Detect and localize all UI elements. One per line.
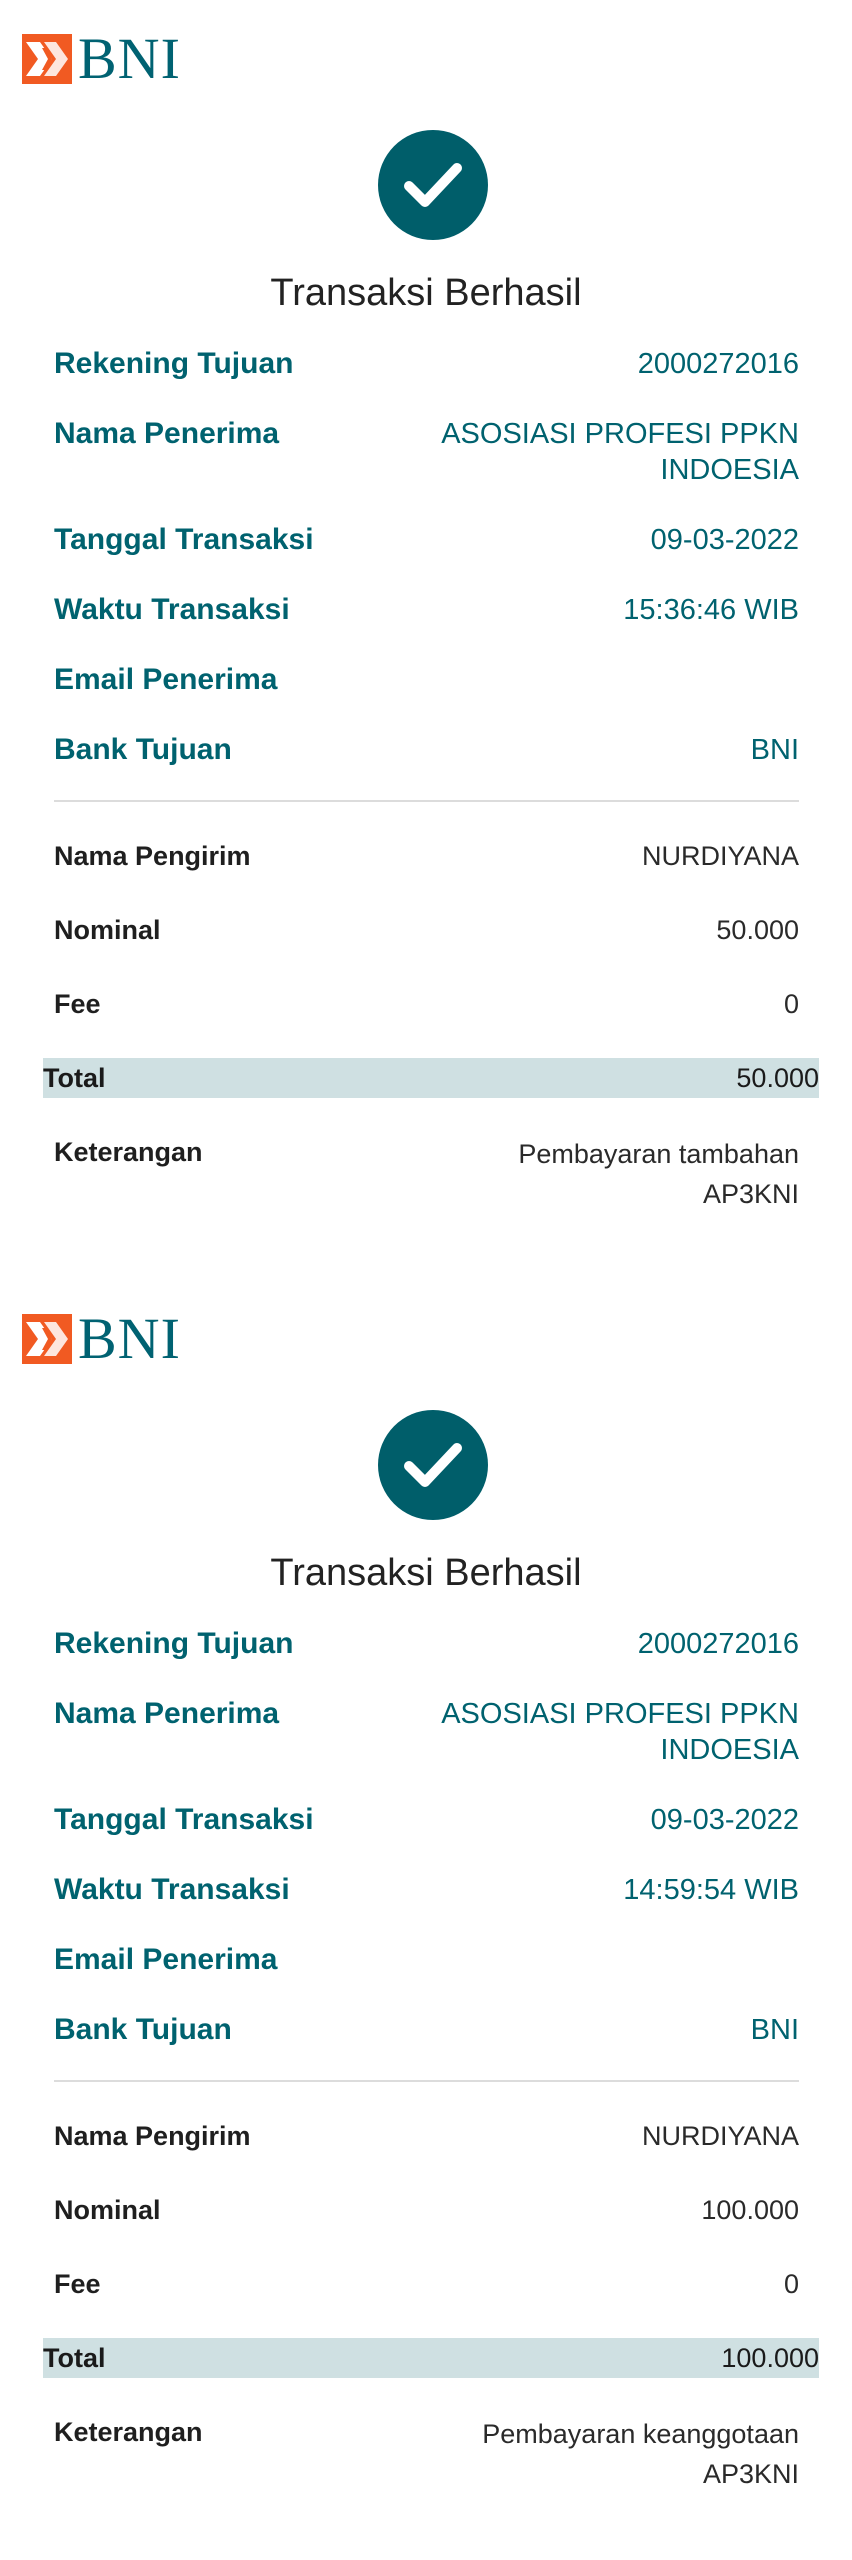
fee-value: 0 xyxy=(783,2269,799,2299)
row-tanggal-transaksi: Tanggal Transaksi 09-03-2022 xyxy=(54,522,799,558)
row-waktu-transaksi: Waktu Transaksi 14:59:54 WIB xyxy=(54,1872,799,1908)
bni-logo-mark-icon xyxy=(22,1314,72,1364)
fee-label: Fee xyxy=(54,989,101,1019)
bni-logo-mark-icon xyxy=(22,34,72,84)
row-nominal: Nominal 50.000 xyxy=(54,912,799,948)
bank-tujuan-value: BNI xyxy=(750,734,799,766)
bank-tujuan-label: Bank Tujuan xyxy=(54,2013,232,2046)
success-badge xyxy=(378,1410,488,1520)
nama-penerima-value: ASOSIASI PROFESI PPKN INDOESIA xyxy=(441,418,799,486)
bni-logo-text: BNI xyxy=(78,1306,181,1371)
waktu-transaksi-label: Waktu Transaksi xyxy=(54,593,290,626)
rekening-tujuan-label: Rekening Tujuan xyxy=(54,347,294,380)
nama-pengirim-label: Nama Pengirim xyxy=(54,841,251,871)
nama-pengirim-label: Nama Pengirim xyxy=(54,2121,251,2151)
nama-penerima-label: Nama Penerima xyxy=(54,1697,280,1730)
tanggal-transaksi-label: Tanggal Transaksi xyxy=(54,523,314,556)
nama-penerima-label: Nama Penerima xyxy=(54,417,280,450)
row-bank-tujuan: Bank Tujuan BNI xyxy=(54,2012,799,2048)
fee-value: 0 xyxy=(783,989,799,1019)
waktu-transaksi-value: 15:36:46 WIB xyxy=(623,594,799,626)
bank-tujuan-value: BNI xyxy=(750,2014,799,2046)
total-label: Total xyxy=(43,1062,106,1093)
bni-logo-text: BNI xyxy=(78,26,181,91)
receipt-card: BNI Transaksi Berhasil Rekening Tujuan 2… xyxy=(0,1280,852,2560)
success-badge xyxy=(378,130,488,240)
row-email-penerima: Email Penerima xyxy=(54,662,799,698)
keterangan-label: Keterangan xyxy=(54,1137,203,1167)
row-keterangan: Keterangan Pembayaran keanggotaan AP3KNI xyxy=(54,2414,799,2494)
row-nominal: Nominal 100.000 xyxy=(54,2192,799,2228)
nama-penerima-value: ASOSIASI PROFESI PPKN INDOESIA xyxy=(441,1698,799,1766)
total-value: 50.000 xyxy=(736,1062,819,1093)
row-nama-pengirim: Nama Pengirim NURDIYANA xyxy=(54,838,799,874)
row-nama-pengirim: Nama Pengirim NURDIYANA xyxy=(54,2118,799,2154)
row-waktu-transaksi: Waktu Transaksi 15:36:46 WIB xyxy=(54,592,799,628)
nama-pengirim-value: NURDIYANA xyxy=(641,841,799,871)
row-total: Total 50.000 xyxy=(43,1058,819,1098)
row-total: Total 100.000 xyxy=(43,2338,819,2378)
total-label: Total xyxy=(43,2342,106,2373)
keterangan-value: Pembayaran tambahan AP3KNI xyxy=(518,1139,799,1209)
row-fee: Fee 0 xyxy=(54,2266,799,2302)
rekening-tujuan-value: 2000272016 xyxy=(637,1628,799,1660)
nominal-value: 100.000 xyxy=(701,2195,799,2225)
tanggal-transaksi-value: 09-03-2022 xyxy=(650,1804,799,1836)
rekening-tujuan-value: 2000272016 xyxy=(637,348,799,380)
row-rekening-tujuan: Rekening Tujuan 2000272016 xyxy=(54,1626,799,1662)
transaction-status-title: Transaksi Berhasil xyxy=(270,272,582,314)
waktu-transaksi-label: Waktu Transaksi xyxy=(54,1873,290,1906)
section-divider xyxy=(54,2080,799,2082)
nominal-label: Nominal xyxy=(54,915,161,945)
email-penerima-label: Email Penerima xyxy=(54,1943,278,1976)
row-nama-penerima: Nama Penerima ASOSIASI PROFESI PPKN INDO… xyxy=(54,416,799,488)
row-nama-penerima: Nama Penerima ASOSIASI PROFESI PPKN INDO… xyxy=(54,1696,799,1768)
row-bank-tujuan: Bank Tujuan BNI xyxy=(54,732,799,768)
total-value: 100.000 xyxy=(721,2342,819,2373)
row-email-penerima: Email Penerima xyxy=(54,1942,799,1978)
row-fee: Fee 0 xyxy=(54,986,799,1022)
bank-tujuan-label: Bank Tujuan xyxy=(54,733,232,766)
email-penerima-label: Email Penerima xyxy=(54,663,278,696)
checkmark-icon xyxy=(404,163,462,207)
row-keterangan: Keterangan Pembayaran tambahan AP3KNI xyxy=(54,1134,799,1214)
bni-logo: BNI xyxy=(22,26,181,91)
section-divider xyxy=(54,800,799,802)
nominal-label: Nominal xyxy=(54,2195,161,2225)
transaction-status-title: Transaksi Berhasil xyxy=(270,1552,582,1594)
tanggal-transaksi-value: 09-03-2022 xyxy=(650,524,799,556)
tanggal-transaksi-label: Tanggal Transaksi xyxy=(54,1803,314,1836)
fee-label: Fee xyxy=(54,2269,101,2299)
waktu-transaksi-value: 14:59:54 WIB xyxy=(623,1874,799,1906)
row-tanggal-transaksi: Tanggal Transaksi 09-03-2022 xyxy=(54,1802,799,1838)
keterangan-label: Keterangan xyxy=(54,2417,203,2447)
nominal-value: 50.000 xyxy=(716,915,799,945)
keterangan-value: Pembayaran keanggotaan AP3KNI xyxy=(482,2419,799,2489)
bni-logo: BNI xyxy=(22,1306,181,1371)
nama-pengirim-value: NURDIYANA xyxy=(641,2121,799,2151)
row-rekening-tujuan: Rekening Tujuan 2000272016 xyxy=(54,346,799,382)
checkmark-icon xyxy=(404,1443,462,1487)
receipt-card: BNI Transaksi Berhasil Rekening Tujuan 2… xyxy=(0,0,852,1280)
rekening-tujuan-label: Rekening Tujuan xyxy=(54,1627,294,1660)
